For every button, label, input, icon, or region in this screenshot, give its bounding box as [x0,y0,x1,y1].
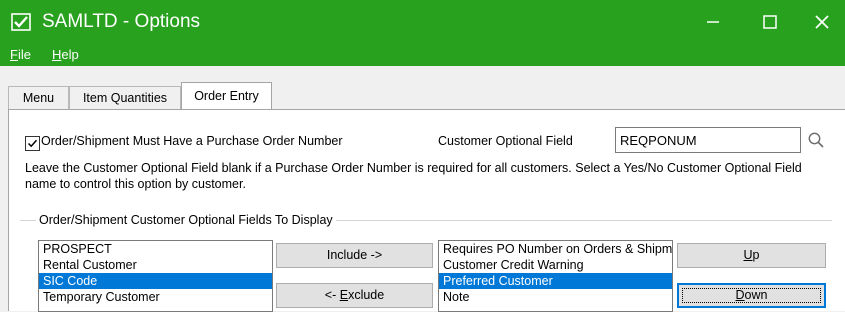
tab-menu[interactable]: Menu [8,86,69,109]
menu-help[interactable]: Help [52,47,79,62]
minimize-icon[interactable] [695,7,731,37]
maximize-icon[interactable] [752,7,788,37]
list-item[interactable]: Preferred Customer [439,273,672,289]
down-button[interactable]: Down [677,283,826,308]
include-button[interactable]: Include -> [276,243,433,268]
available-fields-list[interactable]: PROSPECT Rental Customer SIC Code Tempor… [38,240,273,312]
list-item[interactable]: Temporary Customer [39,289,272,305]
exclude-button[interactable]: <- Exclude [276,283,433,308]
list-item[interactable]: Note [439,289,672,305]
title-bar: SAMLTD - Options [0,0,845,44]
list-item[interactable]: Requires PO Number on Orders & Shipments [439,241,672,257]
displayed-fields-list[interactable]: Requires PO Number on Orders & Shipments… [438,240,673,312]
list-item[interactable]: Customer Credit Warning [439,257,672,273]
search-icon[interactable] [807,131,825,149]
list-item[interactable]: Rental Customer [39,257,272,273]
must-have-po-checkbox[interactable] [25,136,40,151]
menu-file[interactable]: File [10,47,31,62]
app-check-icon [11,13,31,31]
tab-item-quantities[interactable]: Item Quantities [69,86,181,109]
help-note: Leave the Customer Optional Field blank … [25,161,802,191]
window-title: SAMLTD - Options [42,11,201,32]
must-have-po-label[interactable]: Order/Shipment Must Have a Purchase Orde… [41,134,343,148]
menu-bar: File Help [0,44,845,66]
list-item[interactable]: SIC Code [39,273,272,289]
tab-order-entry[interactable]: Order Entry [181,82,272,110]
customer-optional-field-input[interactable] [615,127,801,153]
group-title: Order/Shipment Customer Optional Fields … [36,213,336,227]
up-button[interactable]: Up [677,243,826,268]
list-item[interactable]: PROSPECT [39,241,272,257]
tab-strip: Menu Item Quantities Order Entry [0,66,845,110]
checkmark-icon [27,139,38,148]
focus-rect [682,288,821,303]
customer-optional-field-label: Customer Optional Field [438,134,573,148]
close-icon[interactable] [804,7,840,37]
